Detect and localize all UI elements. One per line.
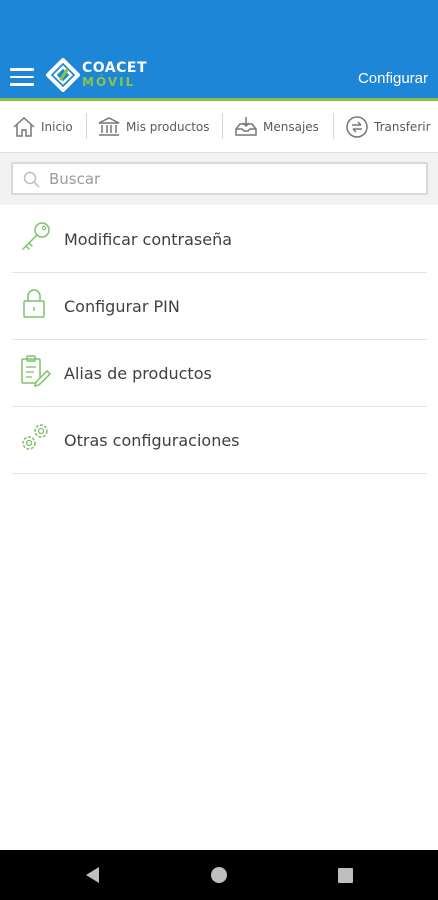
bank-icon [98,117,120,136]
tab-mis-productos-label: Mis productos [126,120,210,134]
configurar-header-link[interactable]: Configurar [358,70,428,87]
key-icon [22,222,50,250]
search-bar-area [0,153,438,205]
list-item-configurar-pin[interactable]: Configurar PIN [12,273,427,340]
search-box[interactable] [11,162,428,195]
clipboard-edit-icon [21,355,52,388]
tab-transferir[interactable]: Transferir [345,101,431,152]
back-icon[interactable] [84,865,102,885]
inbox-icon [235,117,257,136]
lock-icon [23,289,45,318]
coacet-logo: COACET MÓVIL [45,57,156,94]
tab-inicio[interactable]: Inicio [12,101,73,152]
logo-text-coacet: COACET [82,60,148,76]
transfer-icon [346,116,368,138]
search-input[interactable] [49,167,419,191]
top-tab-bar: Inicio Mis productos Mensajes Transferir [0,101,438,153]
gears-icon [22,424,48,450]
tab-divider [86,113,87,139]
list-item-alias-de-productos[interactable]: Alias de productos [12,340,427,407]
app-header: COACET MÓVIL Configurar [0,0,438,100]
tab-divider [333,113,334,139]
home-circle-icon[interactable] [210,865,228,885]
list-item-label: Otras configuraciones [64,431,240,450]
logo-text-movil: MÓVIL [82,75,136,89]
tab-divider [222,113,223,139]
tab-mensajes-label: Mensajes [263,120,319,134]
home-icon [13,116,35,137]
logo-mark-icon [45,57,81,93]
tab-transferir-label: Transferir [374,120,431,134]
tab-mis-productos[interactable]: Mis productos [97,101,210,152]
list-item-label: Alias de productos [64,364,212,383]
settings-list: Modificar contraseña Configurar PIN Alia… [12,206,427,474]
list-item-label: Modificar contraseña [64,230,233,249]
tab-inicio-label: Inicio [41,120,73,134]
list-item-modificar-contrasena[interactable]: Modificar contraseña [12,206,427,273]
list-item-label: Configurar PIN [64,297,180,316]
hamburger-menu-icon[interactable] [10,68,34,88]
system-navigation-bar [0,850,438,900]
search-icon [23,171,40,188]
recents-square-icon[interactable] [337,865,355,885]
tab-mensajes[interactable]: Mensajes [234,101,319,152]
list-item-otras-configuraciones[interactable]: Otras configuraciones [12,407,427,474]
